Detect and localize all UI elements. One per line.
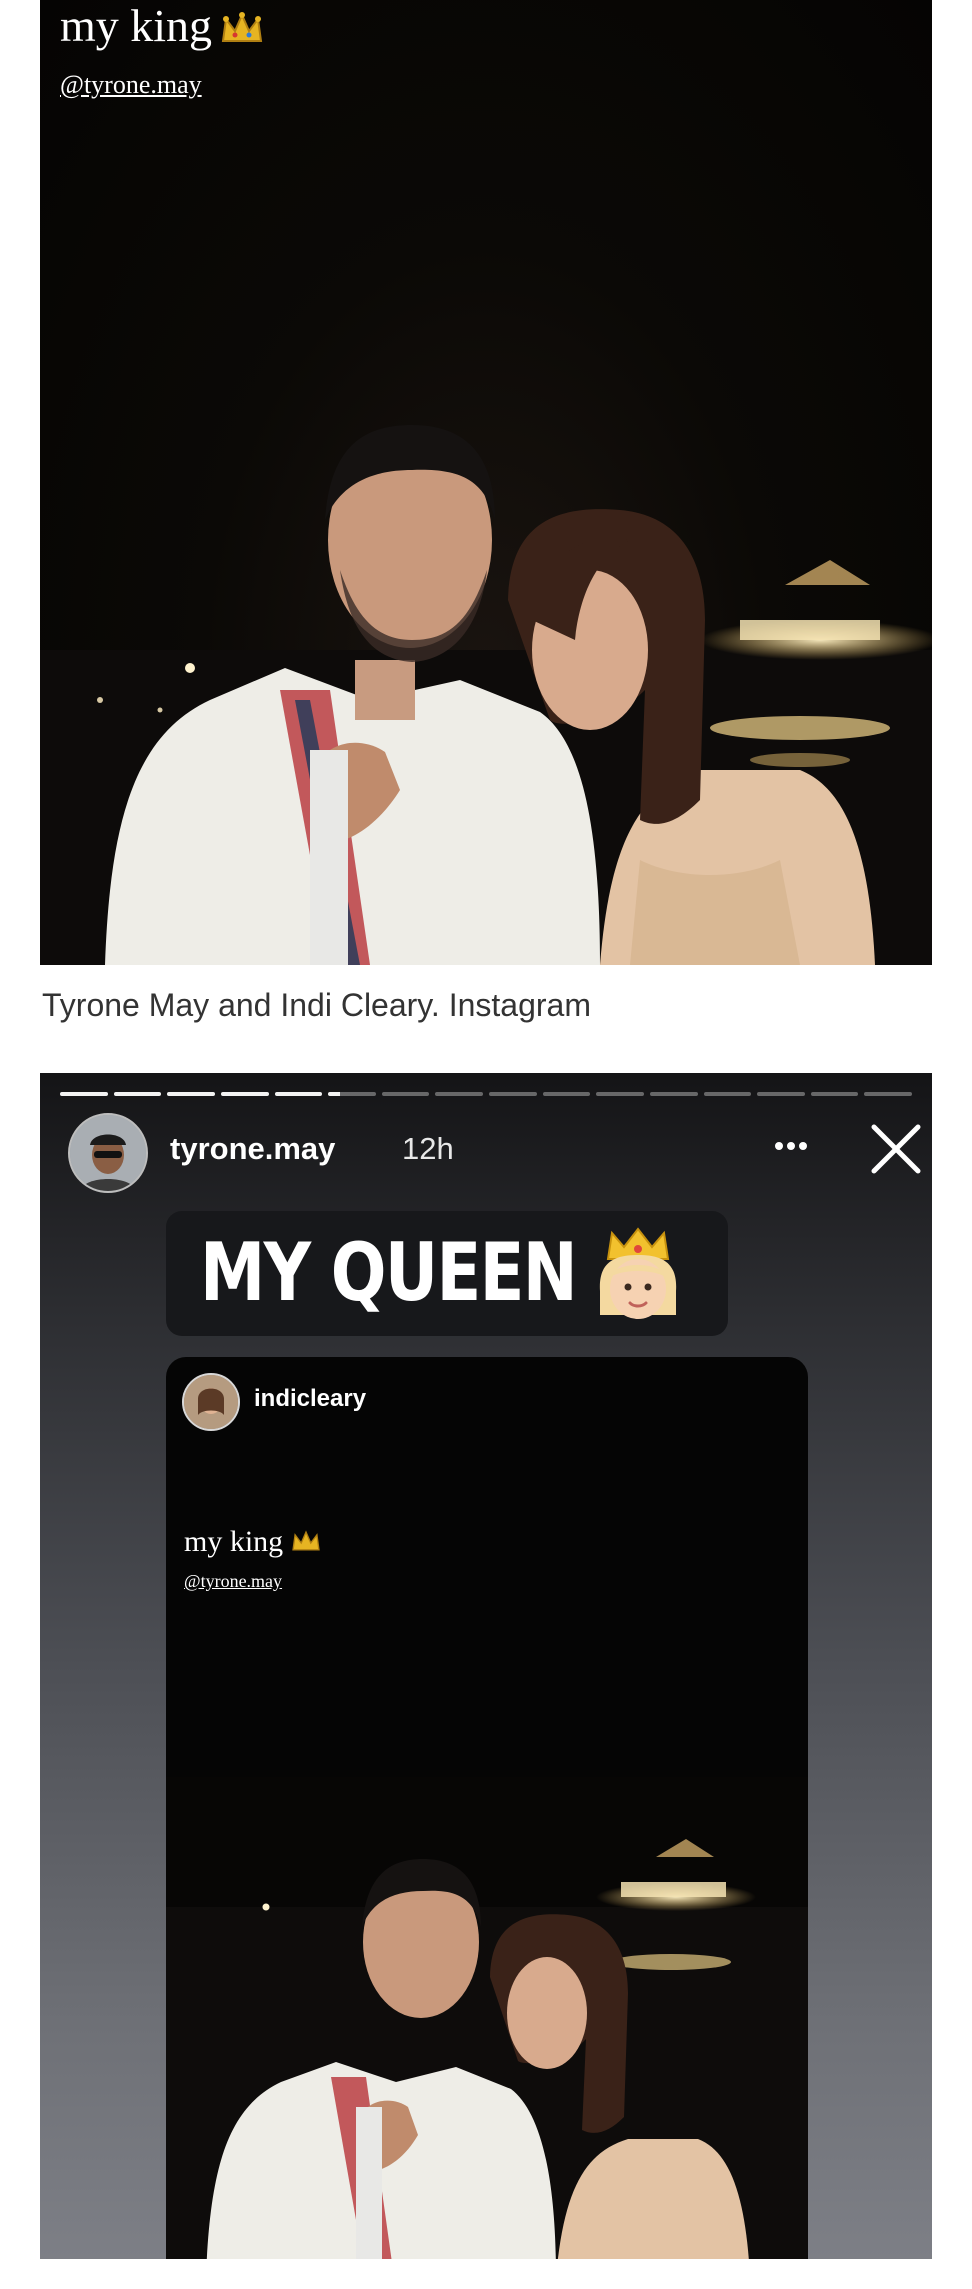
reshared-story-card[interactable]: indicleary my king @tyrone.may: [166, 1357, 808, 2259]
progress-segment: [703, 1092, 752, 1096]
progress-segment: [274, 1092, 323, 1096]
story-username[interactable]: tyrone.may: [170, 1131, 335, 1167]
progress-segment: [810, 1092, 859, 1096]
repost-title-text: my king: [184, 1525, 284, 1558]
progress-segment: [489, 1092, 537, 1096]
progress-segment: [757, 1092, 805, 1096]
avatar-image: [70, 1115, 146, 1191]
post-photo: my king @tyrone.may: [40, 0, 932, 965]
progress-segment: [542, 1092, 591, 1096]
repost-avatar-image: [184, 1375, 238, 1429]
story-progress-bar: [60, 1092, 912, 1096]
crown-icon: [220, 4, 264, 56]
progress-segment: [113, 1092, 162, 1096]
more-icon: [775, 1142, 807, 1150]
repost-title: my king: [184, 1525, 321, 1561]
photo-mention-link[interactable]: @tyrone.may: [60, 70, 202, 100]
photo-title-text: my king: [60, 0, 213, 51]
story-timestamp: 12h: [402, 1131, 454, 1166]
sticker-text: MY QUEEN: [200, 1226, 578, 1319]
progress-segment: [60, 1092, 108, 1096]
progress-segment: [220, 1092, 269, 1096]
repost-username[interactable]: indicleary: [254, 1385, 366, 1413]
repost-avatar[interactable]: [182, 1373, 240, 1431]
progress-segment: [864, 1092, 912, 1096]
progress-segment: [596, 1092, 644, 1096]
photo-text-title: my king: [60, 0, 264, 56]
couple-photo-scene: [40, 425, 932, 965]
progress-segment: [381, 1092, 430, 1096]
close-story-button[interactable]: [868, 1121, 924, 1177]
more-options-button[interactable]: [766, 1121, 816, 1171]
repost-mention-link[interactable]: @tyrone.may: [184, 1571, 282, 1592]
repost-photo: [166, 1777, 808, 2259]
photo-caption: Tyrone May and Indi Cleary. Instagram: [42, 987, 591, 1023]
crown-icon: [291, 1527, 321, 1561]
story-header: tyrone.may 12h: [68, 1113, 921, 1193]
avatar[interactable]: [68, 1113, 148, 1193]
story-text-sticker: MY QUEEN: [166, 1211, 728, 1336]
princess-emoji-icon: [590, 1225, 686, 1325]
progress-segment-current: [328, 1092, 376, 1096]
progress-segment: [167, 1092, 215, 1096]
story-screenshot: tyrone.may 12h MY QUEEN indicleary my ki…: [40, 1073, 932, 2259]
progress-segment: [649, 1092, 698, 1096]
progress-segment: [435, 1092, 483, 1096]
close-icon: [871, 1124, 921, 1174]
repost-couple-scene: [166, 1777, 808, 2259]
